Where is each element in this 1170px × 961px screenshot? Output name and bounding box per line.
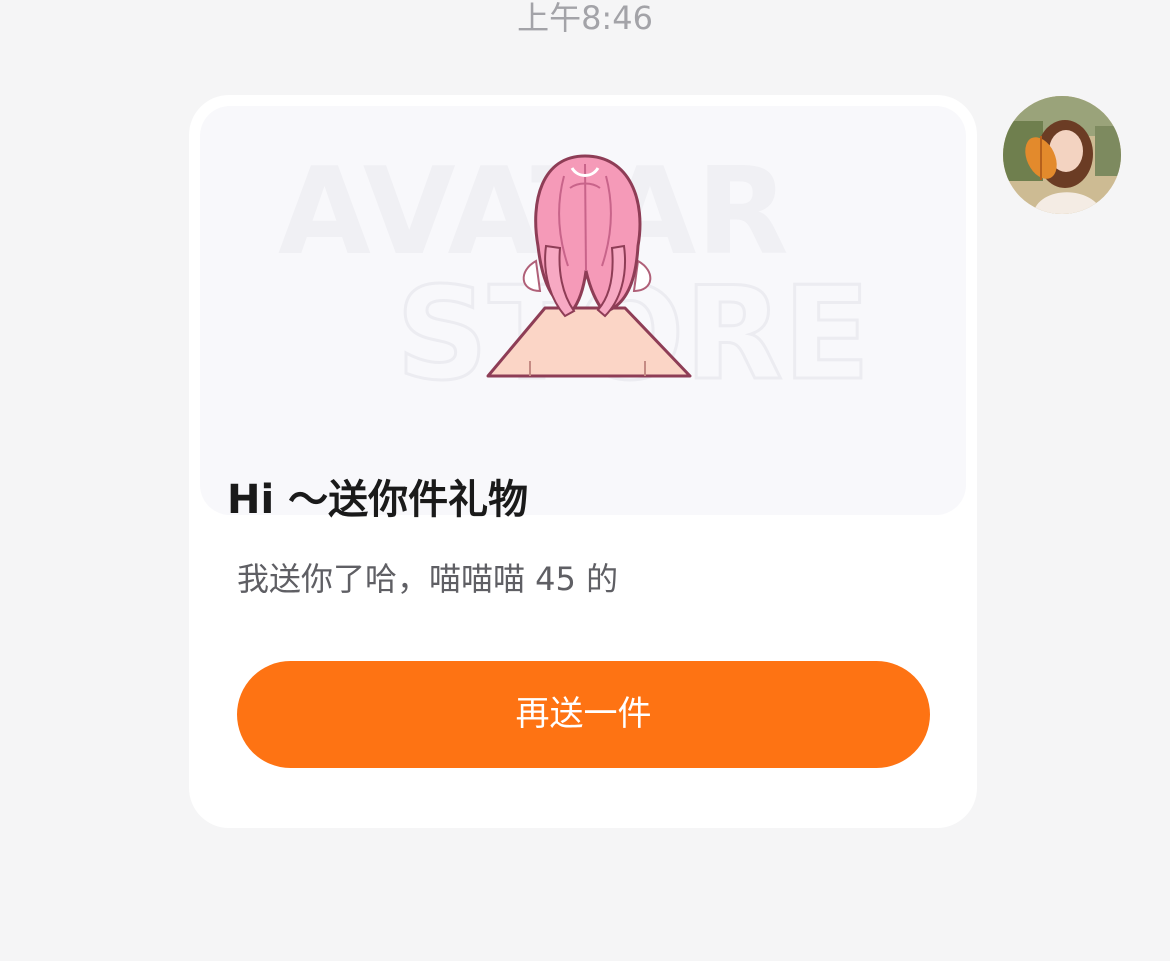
message-timestamp: 上午8:46	[517, 0, 653, 37]
gift-card[interactable]: AVATAR STORE	[189, 95, 977, 828]
gift-title: Hi ～送你件礼物	[227, 477, 529, 523]
avatar-photo-icon	[1003, 96, 1121, 214]
sender-avatar[interactable]	[1003, 96, 1121, 214]
gift-message: 我送你了哈，喵喵喵 45 的	[237, 560, 619, 598]
gift-preview-illustration: AVATAR STORE	[278, 143, 872, 411]
send-another-button[interactable]: 再送一件	[237, 661, 930, 768]
gift-preview-banner: AVATAR STORE	[200, 106, 966, 515]
